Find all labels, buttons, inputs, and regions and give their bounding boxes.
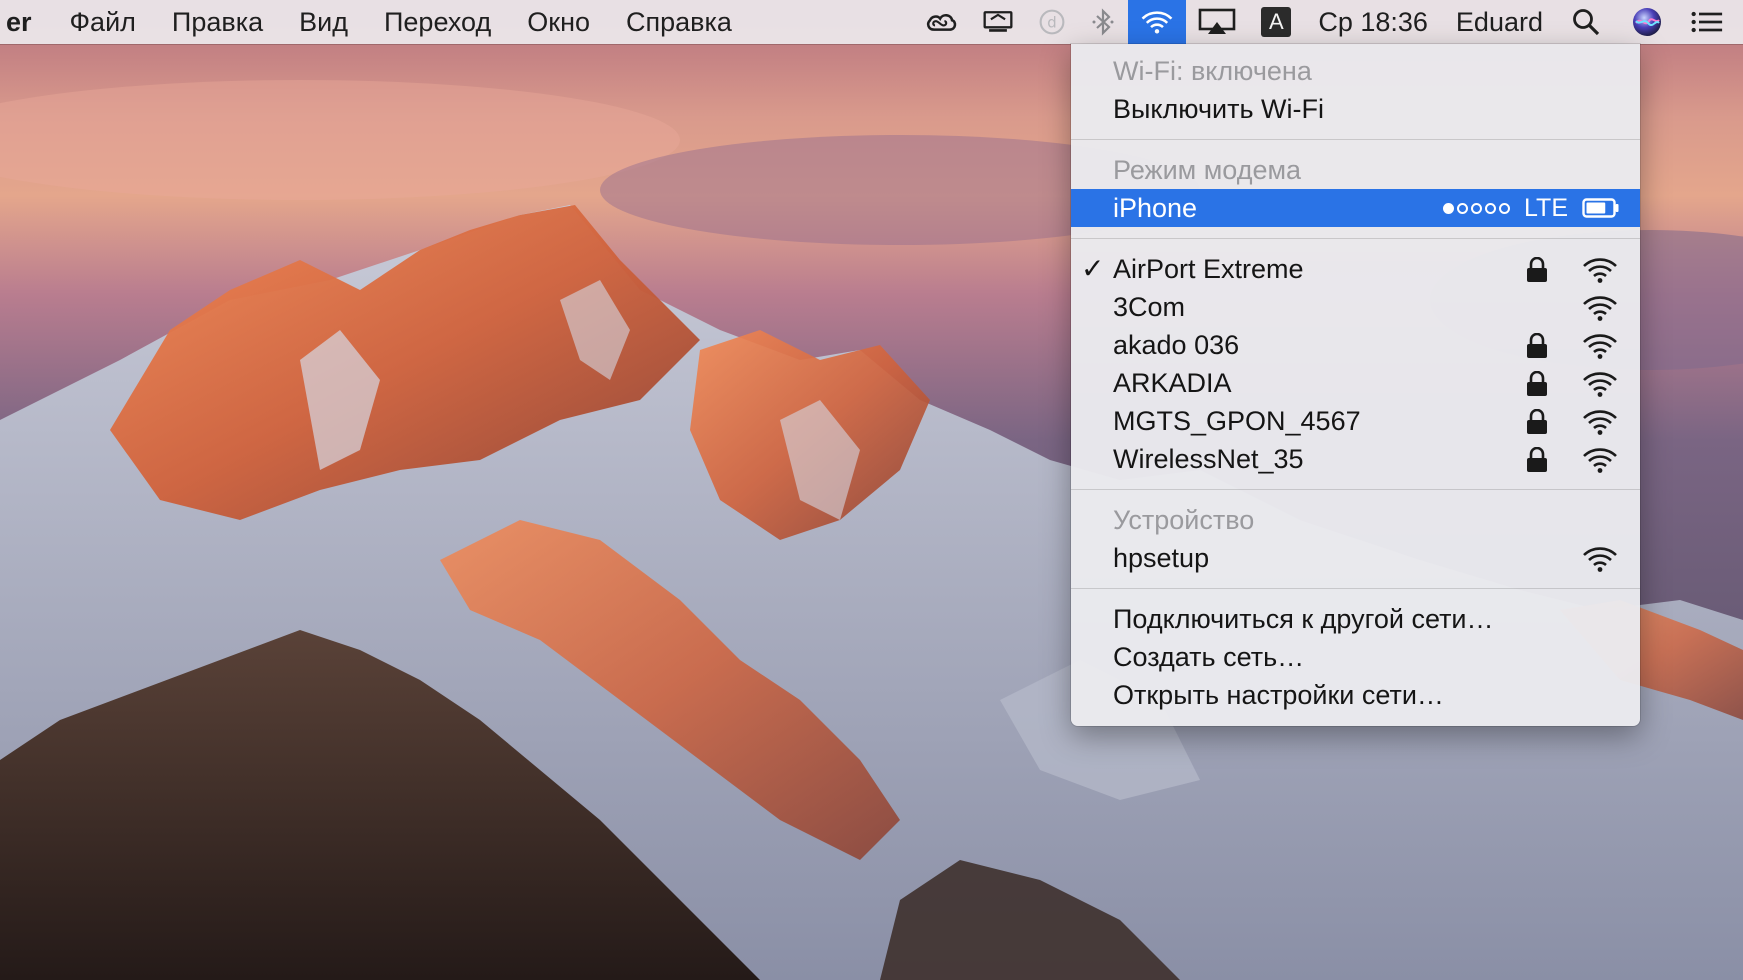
signal-dot — [1457, 202, 1468, 214]
creative-cloud-icon[interactable] — [912, 0, 970, 44]
network-type-label: LTE — [1524, 194, 1568, 222]
menu-separator — [1071, 588, 1640, 589]
network-item[interactable]: 3Com — [1071, 288, 1640, 326]
wifi-signal-icon — [1583, 258, 1617, 283]
wifi-signal-icon — [1583, 296, 1617, 321]
menu-separator — [1071, 238, 1640, 239]
network-name: 3Com — [1113, 292, 1186, 322]
wifi-toggle-item[interactable]: Выключить Wi-Fi — [1071, 90, 1640, 128]
signal-dot — [1499, 202, 1510, 214]
signal-dot — [1471, 202, 1482, 214]
menu-help[interactable]: Справка — [608, 0, 750, 44]
network-name: AirPort Extreme — [1113, 254, 1304, 284]
network-name: MGTS_GPON_4567 — [1113, 406, 1361, 436]
airplay-icon[interactable] — [1186, 0, 1248, 44]
spotlight-search-icon[interactable] — [1557, 0, 1615, 44]
network-item[interactable]: ✓ AirPort Extreme — [1071, 250, 1640, 288]
siri-icon[interactable] — [1615, 0, 1679, 44]
open-network-preferences-item[interactable]: Открыть настройки сети… — [1071, 676, 1640, 714]
network-name: WirelessNet_35 — [1113, 444, 1304, 474]
join-other-network-item[interactable]: Подключиться к другой сети… — [1071, 600, 1640, 638]
network-item[interactable]: MGTS_GPON_4567 — [1071, 402, 1640, 440]
network-item[interactable]: akado 036 — [1071, 326, 1640, 364]
wifi-signal-icon — [1583, 547, 1617, 572]
network-name: akado 036 — [1113, 330, 1240, 360]
wifi-signal-icon — [1583, 372, 1617, 397]
checkmark-icon: ✓ — [1081, 253, 1105, 284]
menu-go[interactable]: Переход — [366, 0, 509, 44]
devices-header: Устройство — [1113, 505, 1255, 535]
input-source-icon[interactable]: A — [1248, 0, 1304, 44]
wifi-status-header: Wi-Fi: включена — [1113, 56, 1312, 86]
hotspot-name: iPhone — [1113, 193, 1198, 223]
lock-icon — [1527, 333, 1547, 358]
wifi-signal-icon — [1583, 410, 1617, 435]
signal-dot — [1485, 202, 1496, 214]
menu-window[interactable]: Окно — [509, 0, 608, 44]
battery-icon — [1582, 198, 1619, 218]
network-list: ✓ AirPort Extreme 3Com akado 036 ARKADIA — [1071, 250, 1640, 478]
wifi-icon[interactable] — [1128, 0, 1187, 44]
hotspot-status: LTE — [1440, 189, 1620, 227]
cellular-signal-icon — [1440, 202, 1510, 214]
signal-dot — [1443, 202, 1454, 214]
desktop: er Файл Правка Вид Переход Окно Справка — [0, 0, 1743, 980]
svg-text:d: d — [1048, 13, 1057, 31]
network-item[interactable]: ARKADIA — [1071, 364, 1640, 402]
menubar-user[interactable]: Eduard — [1442, 0, 1557, 44]
device-name: hpsetup — [1113, 543, 1210, 573]
notification-center-icon[interactable] — [1679, 0, 1743, 44]
app-menus: er Файл Правка Вид Переход Окно Справка — [0, 0, 750, 44]
menu-separator — [1071, 489, 1640, 490]
app-menu[interactable]: er — [0, 0, 52, 44]
wifi-dropdown-menu: Wi-Fi: включена Выключить Wi-Fi Режим мо… — [1071, 44, 1640, 726]
input-source-label: A — [1261, 7, 1292, 37]
menu-edit[interactable]: Правка — [154, 0, 281, 44]
hotspot-item-iphone[interactable]: iPhone LTE — [1071, 189, 1640, 227]
network-name: ARKADIA — [1113, 368, 1232, 398]
menu-view[interactable]: Вид — [281, 0, 366, 44]
menubar-clock[interactable]: Ср 18:36 — [1304, 0, 1442, 44]
device-item-hpsetup[interactable]: hpsetup — [1071, 539, 1640, 577]
lock-icon — [1527, 371, 1547, 396]
lock-icon — [1527, 409, 1547, 434]
create-network-item[interactable]: Создать сеть… — [1071, 638, 1640, 676]
menu-file[interactable]: Файл — [52, 0, 154, 44]
menu-separator — [1071, 139, 1640, 140]
bluetooth-icon[interactable] — [1078, 0, 1128, 44]
screen-mirror-icon[interactable] — [970, 0, 1026, 44]
wifi-signal-icon — [1583, 448, 1617, 473]
status-area: d A Ср 18:36 Eduard — [912, 0, 1743, 44]
lock-icon — [1527, 447, 1547, 472]
lock-icon — [1527, 257, 1547, 282]
wifi-signal-icon — [1583, 334, 1617, 359]
dropbox-icon[interactable]: d — [1026, 0, 1078, 44]
hotspot-header: Режим модема — [1113, 155, 1302, 185]
network-item[interactable]: WirelessNet_35 — [1071, 440, 1640, 478]
menu-bar: er Файл Правка Вид Переход Окно Справка — [0, 0, 1743, 44]
